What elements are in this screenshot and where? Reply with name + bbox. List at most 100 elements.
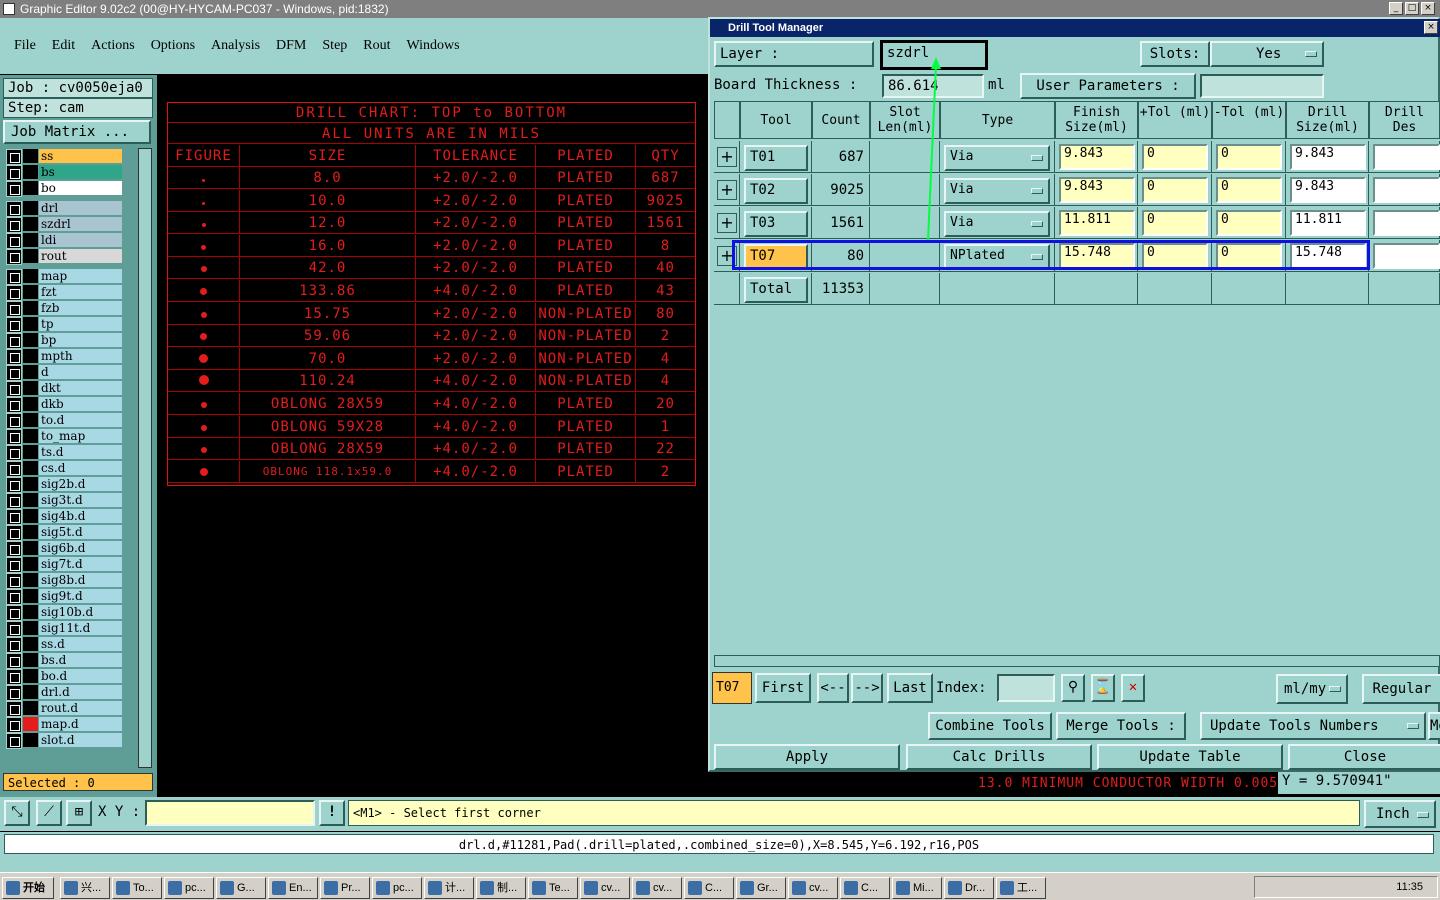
taskbar-task[interactable]: C...: [684, 877, 734, 899]
layer-row-drl[interactable]: drl: [6, 201, 124, 217]
menu-file[interactable]: File: [6, 38, 44, 54]
tool-id-button[interactable]: T07: [744, 244, 808, 270]
taskbar-task[interactable]: Te...: [528, 877, 578, 899]
taskbar-task[interactable]: cv...: [632, 877, 682, 899]
layer-checkbox[interactable]: [6, 365, 22, 381]
taskbar-task[interactable]: 兴...: [60, 877, 110, 899]
layer-checkbox[interactable]: [6, 589, 22, 605]
layer-row-cs-d[interactable]: cs.d: [6, 461, 124, 477]
layer-checkbox[interactable]: [6, 301, 22, 317]
drill-des-input[interactable]: [1373, 210, 1440, 236]
tool-type-select[interactable]: Via: [944, 178, 1050, 204]
layer-row-bo[interactable]: bo: [6, 181, 124, 197]
start-button[interactable]: 开始: [2, 877, 54, 899]
menu-rout[interactable]: Rout: [355, 38, 398, 54]
menu-dfm[interactable]: DFM: [268, 38, 314, 54]
layer-row-dkb[interactable]: dkb: [6, 397, 124, 413]
alert-icon[interactable]: !: [319, 800, 345, 826]
prev-button[interactable]: <--: [817, 673, 849, 703]
layer-checkbox[interactable]: [6, 669, 22, 685]
drill-size-input[interactable]: 9.843: [1290, 177, 1366, 203]
layer-row-map-d[interactable]: map.d: [6, 717, 124, 733]
layer-checkbox[interactable]: [6, 285, 22, 301]
measure-icon[interactable]: ⟋: [36, 800, 62, 826]
layer-row-ss-d[interactable]: ss.d: [6, 637, 124, 653]
units-select[interactable]: ml/my: [1276, 674, 1348, 704]
layer-row-bs-d[interactable]: bs.d: [6, 653, 124, 669]
layer-checkbox[interactable]: [6, 349, 22, 365]
expand-icon[interactable]: +: [717, 147, 737, 167]
layer-row-sig5t-d[interactable]: sig5t.d: [6, 525, 124, 541]
layer-row-sig3t-d[interactable]: sig3t.d: [6, 493, 124, 509]
drill-des-input[interactable]: [1373, 177, 1440, 203]
xy-input[interactable]: [145, 800, 315, 826]
taskbar-task[interactable]: cv...: [788, 877, 838, 899]
layer-checkbox[interactable]: [6, 413, 22, 429]
plus-tol-input[interactable]: 0: [1142, 243, 1208, 269]
taskbar-task[interactable]: Mi...: [892, 877, 942, 899]
layer-checkbox[interactable]: [6, 701, 22, 717]
layer-row-sig8b-d[interactable]: sig8b.d: [6, 573, 124, 589]
layer-checkbox[interactable]: [6, 381, 22, 397]
minus-tol-input[interactable]: 0: [1216, 210, 1282, 236]
drill-size-input[interactable]: 15.748: [1290, 243, 1366, 269]
layer-checkbox[interactable]: [6, 149, 22, 165]
layer-row-szdrl[interactable]: szdrl: [6, 217, 124, 233]
layer-row-to-d[interactable]: to.d: [6, 413, 124, 429]
taskbar-task[interactable]: C...: [840, 877, 890, 899]
layer-row-fzb[interactable]: fzb: [6, 301, 124, 317]
menu-actions[interactable]: Actions: [83, 38, 143, 54]
drill-des-input[interactable]: [1373, 243, 1440, 269]
layer-row-bs[interactable]: bs: [6, 165, 124, 181]
layer-row-bo-d[interactable]: bo.d: [6, 669, 124, 685]
menu-edit[interactable]: Edit: [44, 38, 83, 54]
layer-row-sig4b-d[interactable]: sig4b.d: [6, 509, 124, 525]
close-dialog-button[interactable]: Close: [1288, 744, 1440, 770]
layer-checkbox[interactable]: [6, 477, 22, 493]
layer-checkbox[interactable]: [6, 269, 22, 285]
taskbar-task[interactable]: pc...: [372, 877, 422, 899]
layer-checkbox[interactable]: [6, 217, 22, 233]
unit-select[interactable]: Inch: [1364, 800, 1436, 828]
layer-row-rout-d[interactable]: rout.d: [6, 701, 124, 717]
layer-checkbox[interactable]: [6, 461, 22, 477]
layer-checkbox[interactable]: [6, 637, 22, 653]
taskbar-task[interactable]: Gr...: [736, 877, 786, 899]
plus-tol-input[interactable]: 0: [1142, 210, 1208, 236]
taskbar-task[interactable]: 计...: [424, 877, 474, 899]
layer-checkbox[interactable]: [6, 233, 22, 249]
layer-checkbox[interactable]: [6, 685, 22, 701]
layer-row-ss[interactable]: ss: [6, 149, 124, 165]
layer-checkbox[interactable]: [6, 333, 22, 349]
close-button[interactable]: ×: [1421, 2, 1435, 15]
layer-checkbox[interactable]: [6, 249, 22, 265]
layer-checkbox[interactable]: [6, 181, 22, 197]
minus-tol-input[interactable]: 0: [1216, 243, 1282, 269]
drill-size-input[interactable]: 11.811: [1290, 210, 1366, 236]
grid-icon[interactable]: ⊞: [66, 800, 92, 826]
minus-tol-input[interactable]: 0: [1216, 177, 1282, 203]
taskbar-task[interactable]: G...: [216, 877, 266, 899]
tool-type-select[interactable]: Via: [944, 145, 1050, 171]
user-parameters-input[interactable]: [1200, 74, 1324, 98]
tool-id-button[interactable]: T03: [744, 211, 808, 237]
minus-tol-input[interactable]: 0: [1216, 144, 1282, 170]
delete-icon[interactable]: ✕: [1121, 674, 1145, 702]
plus-tol-input[interactable]: 0: [1142, 177, 1208, 203]
layer-row-ts-d[interactable]: ts.d: [6, 445, 124, 461]
layer-checkbox[interactable]: [6, 525, 22, 541]
layer-row-tp[interactable]: tp: [6, 317, 124, 333]
combine-tools-button[interactable]: Combine Tools: [928, 712, 1052, 740]
user-parameters-button[interactable]: User Parameters :: [1020, 73, 1196, 99]
hourglass-icon[interactable]: ⌛: [1091, 674, 1115, 702]
job-matrix-button[interactable]: Job Matrix ...: [3, 120, 151, 144]
layer-scrollbar[interactable]: [138, 148, 152, 768]
index-input[interactable]: [997, 674, 1055, 702]
maximize-button[interactable]: □: [1405, 2, 1419, 15]
taskbar-task[interactable]: To...: [112, 877, 162, 899]
layer-checkbox[interactable]: [6, 541, 22, 557]
taskbar-task[interactable]: En...: [268, 877, 318, 899]
layer-row-rout[interactable]: rout: [6, 249, 124, 265]
slots-select[interactable]: Yes: [1210, 41, 1324, 67]
layer-checkbox[interactable]: [6, 557, 22, 573]
